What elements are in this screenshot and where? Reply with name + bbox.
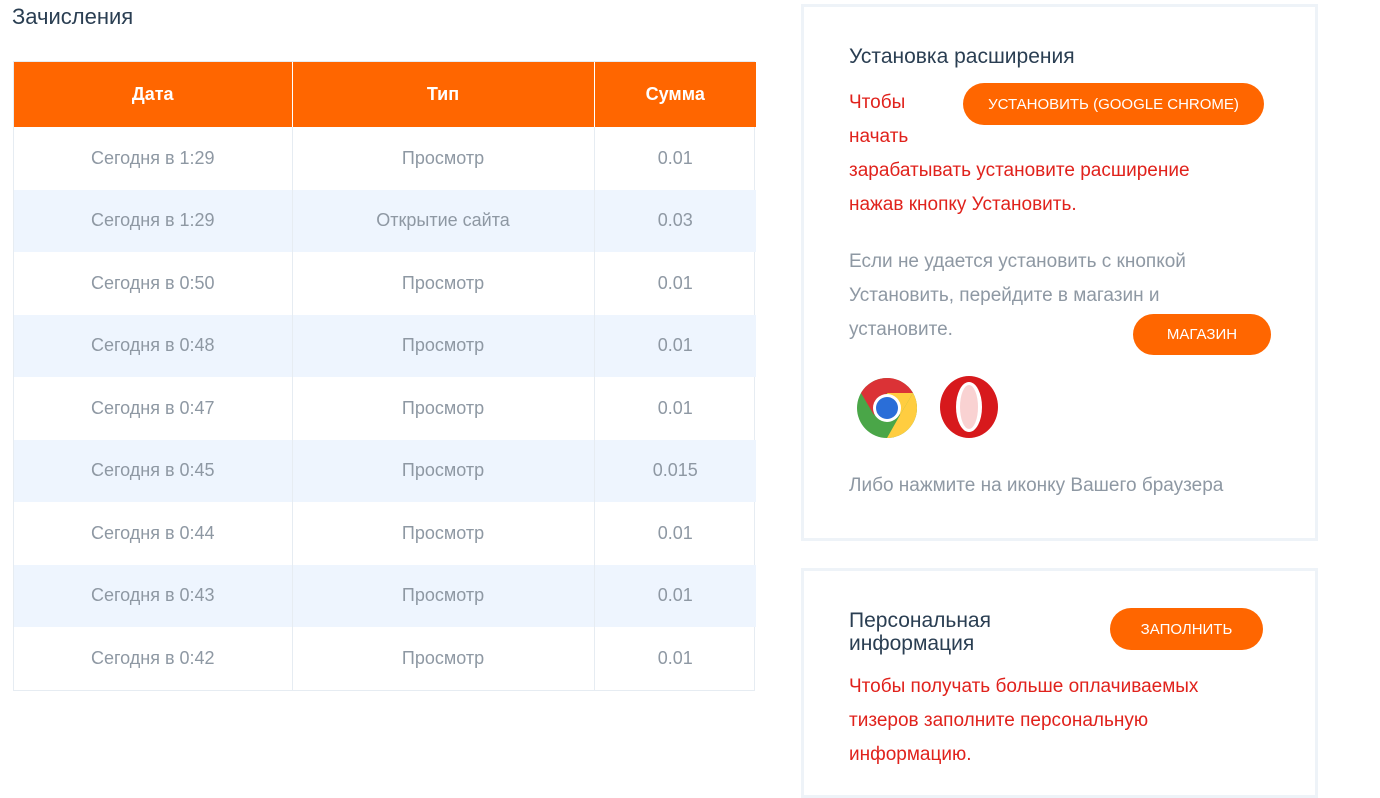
cell-type: Просмотр — [292, 377, 595, 440]
fill-personal-info-button[interactable]: Заполнить — [1110, 608, 1263, 650]
extension-red-line-1: Чтобы — [849, 92, 906, 113]
table-row: Сегодня в 0:45 Просмотр 0.015 — [14, 439, 756, 502]
cell-type: Просмотр — [292, 564, 595, 627]
cell-type: Просмотр — [292, 127, 595, 190]
cell-amount: 0.01 — [657, 147, 693, 168]
cell-amount: 0.01 — [657, 272, 693, 293]
page-title: Зачисления — [12, 4, 134, 29]
cell-date: Сегодня в 0:47 — [14, 377, 293, 440]
cell-date: Сегодня в 0:44 — [14, 502, 293, 565]
browser-hint: Либо нажмите на иконку Вашего браузера — [849, 475, 1224, 496]
cell-amount: 0.01 — [657, 397, 693, 418]
cell-type: Открытие сайта — [292, 189, 595, 252]
personal-red-line-2: тизеров заполните персональную — [849, 710, 1149, 731]
extension-title: Установка расширения — [849, 45, 1075, 68]
chrome-icon[interactable] — [855, 376, 919, 445]
cell-date: Сегодня в 0:42 — [14, 627, 293, 690]
column-header-amount[interactable]: Сумма — [594, 62, 756, 127]
cell-amount: 0.01 — [657, 522, 693, 543]
personal-red-line-1: Чтобы получать больше оплачиваемых — [849, 676, 1199, 697]
cell-amount: 0.01 — [594, 564, 756, 627]
table-header-row: Дата Тип Сумма — [14, 62, 756, 127]
cell-date: Сегодня в 1:29 — [14, 189, 293, 252]
cell-date: Сегодня в 0:50 — [14, 252, 293, 315]
extension-red-line-4: нажав кнопку Установить. — [849, 194, 1077, 215]
table-row: Сегодня в 0:42 Просмотр 0.01 — [14, 627, 756, 690]
table-row: Сегодня в 0:47 Просмотр 0.01 — [14, 377, 756, 440]
table-row: Сегодня в 1:29 Просмотр 0.01 — [14, 127, 756, 190]
column-header-type[interactable]: Тип — [292, 62, 595, 127]
table-row: Сегодня в 0:50 Просмотр 0.01 — [14, 252, 756, 315]
cell-type: Просмотр — [292, 502, 595, 565]
cell-type: Просмотр — [292, 252, 595, 315]
cell-amount: 0.015 — [594, 439, 756, 502]
extension-grey-line-3: установите. — [849, 319, 953, 340]
cell-type: Просмотр — [292, 314, 595, 377]
table-row: Сегодня в 1:29 Открытие сайта 0.03 — [14, 189, 756, 252]
personal-title: Персональная информация — [849, 609, 991, 655]
cell-date: Сегодня в 0:45 — [14, 439, 293, 502]
personal-title-line-1: Персональная — [849, 609, 991, 632]
accruals-table: Дата Тип Сумма Сегодня в 1:29 Просмотр 0… — [13, 61, 756, 691]
cell-date: Сегодня в 0:43 — [14, 564, 293, 627]
personal-info-card: Персональная информация Заполнить Чтобы … — [801, 568, 1318, 798]
cell-amount: 0.01 — [594, 314, 756, 377]
extension-card: Установка расширения Чтобы начать зараба… — [801, 4, 1318, 541]
personal-title-line-2: информация — [849, 632, 975, 655]
cell-amount: 0.01 — [657, 647, 693, 668]
opera-icon[interactable] — [938, 374, 1000, 445]
extension-red-line-3: зарабатывать установите расширение — [849, 160, 1190, 181]
table-row: Сегодня в 0:48 Просмотр 0.01 — [14, 314, 756, 377]
cell-type: Просмотр — [292, 439, 595, 502]
store-button[interactable]: Магазин — [1133, 314, 1271, 355]
table-row: Сегодня в 0:44 Просмотр 0.01 — [14, 502, 756, 565]
table-row: Сегодня в 0:43 Просмотр 0.01 — [14, 564, 756, 627]
cell-type: Просмотр — [292, 627, 595, 690]
cell-amount: 0.03 — [594, 189, 756, 252]
cell-date: Сегодня в 0:48 — [14, 314, 293, 377]
extension-grey-line-1: Если не удается установить с кнопкой — [849, 251, 1186, 272]
column-header-date[interactable]: Дата — [14, 62, 293, 127]
cell-date: Сегодня в 1:29 — [14, 127, 293, 190]
extension-red-line-2: начать — [849, 126, 909, 147]
extension-grey-line-2: Установить, перейдите в магазин и — [849, 285, 1160, 306]
install-chrome-button[interactable]: Установить (Google Chrome) — [963, 83, 1264, 125]
